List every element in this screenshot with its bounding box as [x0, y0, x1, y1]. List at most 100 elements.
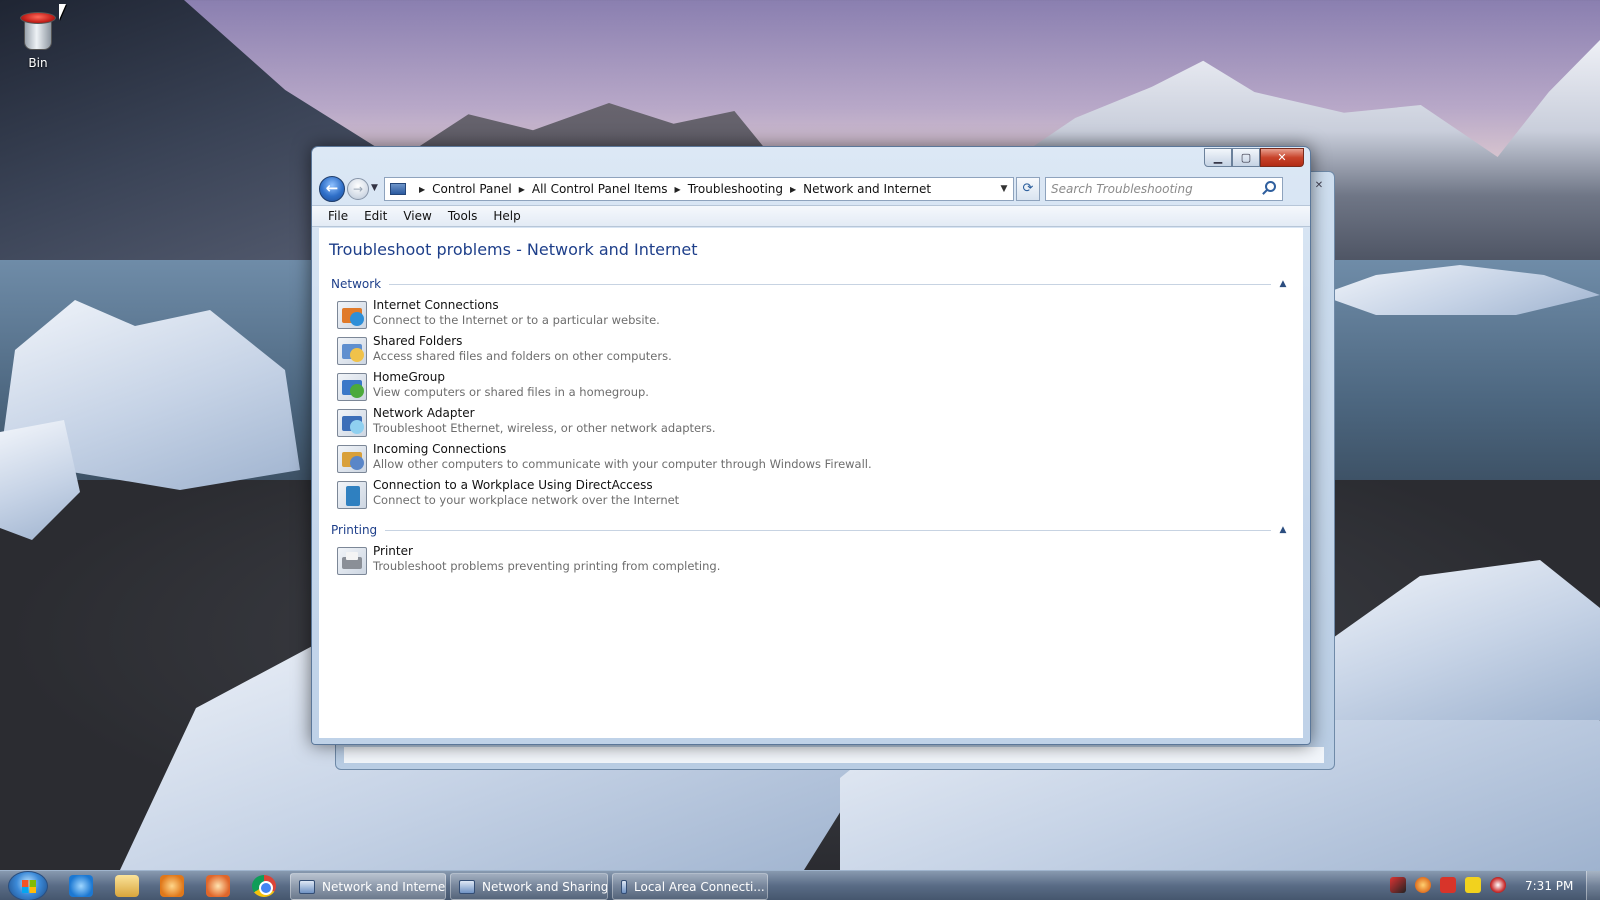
group-divider	[385, 529, 1271, 531]
item-description: Allow other computers to communicate wit…	[373, 457, 872, 471]
windows-explorer-icon[interactable]	[115, 875, 139, 897]
show-desktop-button[interactable]	[1586, 871, 1600, 900]
breadcrumb-troubleshooting[interactable]: Troubleshooting	[688, 182, 783, 196]
item-title[interactable]: HomeGroup	[373, 370, 445, 384]
menu-view[interactable]: View	[395, 209, 439, 223]
taskbar-button-label: Network and Sharing...	[482, 879, 608, 894]
desktop-icon-recycle-bin[interactable]: Bin	[12, 6, 64, 70]
directaccess-icon	[337, 481, 367, 509]
item-title[interactable]: Printer	[373, 544, 413, 558]
troubleshooter-internet-connections[interactable]: Internet Connections Connect to the Inte…	[337, 298, 1037, 332]
background-window-status	[344, 747, 1324, 763]
breadcrumb-control-panel[interactable]: Control Panel	[432, 182, 512, 196]
breadcrumb-all-control-panel-items[interactable]: All Control Panel Items	[532, 182, 668, 196]
page-title: Troubleshoot problems - Network and Inte…	[329, 240, 698, 259]
item-title[interactable]: Shared Folders	[373, 334, 462, 348]
breadcrumb-separator-icon[interactable]: ▶	[790, 185, 796, 194]
menu-bar: File Edit View Tools Help	[312, 205, 1310, 227]
item-description: View computers or shared files in a home…	[373, 385, 649, 399]
content-pane: Troubleshoot problems - Network and Inte…	[319, 228, 1303, 738]
forward-button[interactable]: →	[347, 178, 369, 200]
recycle-bin-icon	[16, 6, 60, 54]
item-description: Connect to your workplace network over t…	[373, 493, 680, 507]
breadcrumb-separator-icon[interactable]: ▶	[419, 185, 425, 194]
media-player-icon[interactable]	[160, 875, 184, 897]
chrome-icon[interactable]	[252, 875, 276, 897]
homegroup-icon	[337, 373, 367, 401]
chevron-down-icon: ▼	[371, 183, 378, 193]
taskbar-button-label: Network and Internet	[322, 879, 446, 894]
refresh-button[interactable]: ⟳	[1016, 177, 1040, 201]
item-title[interactable]: Incoming Connections	[373, 442, 506, 456]
item-description: Access shared files and folders on other…	[373, 349, 672, 363]
start-button[interactable]	[8, 871, 48, 900]
item-description: Connect to the Internet or to a particul…	[373, 313, 660, 327]
battery-icon[interactable]	[1465, 877, 1481, 893]
network-adapter-icon	[337, 409, 367, 437]
search-input[interactable]	[1046, 178, 1246, 200]
search-tray-icon[interactable]	[1415, 877, 1431, 893]
troubleshooter-shared-folders[interactable]: Shared Folders Access shared files and f…	[337, 334, 1037, 368]
control-panel-icon	[390, 183, 406, 195]
paint-icon[interactable]	[206, 875, 230, 897]
troubleshooter-homegroup[interactable]: HomeGroup View computers or shared files…	[337, 370, 1037, 404]
recent-pages-button[interactable]: ▼	[371, 183, 378, 193]
menu-tools[interactable]: Tools	[440, 209, 486, 223]
breadcrumb-network-and-internet[interactable]: Network and Internet	[803, 182, 931, 196]
back-button[interactable]: ←	[319, 176, 345, 202]
maximize-icon: ▢	[1240, 151, 1252, 164]
minimize-button[interactable]: ▁	[1204, 148, 1232, 167]
forward-arrow-icon: →	[352, 182, 364, 196]
system-tray	[1390, 877, 1506, 893]
item-title[interactable]: Internet Connections	[373, 298, 499, 312]
troubleshooter-network-adapter[interactable]: Network Adapter Troubleshoot Ethernet, w…	[337, 406, 1037, 440]
address-dropdown-button[interactable]: ▼	[995, 184, 1013, 194]
caption-buttons: ▁ ▢ ✕	[1204, 148, 1304, 167]
printer-icon	[337, 547, 367, 575]
menu-edit[interactable]: Edit	[356, 209, 395, 223]
menu-help[interactable]: Help	[485, 209, 528, 223]
network-connection-icon	[621, 879, 627, 894]
maximize-button[interactable]: ▢	[1232, 148, 1260, 167]
power-icon[interactable]	[1490, 877, 1506, 893]
flag-icon[interactable]	[1440, 877, 1456, 893]
menu-file[interactable]: File	[320, 209, 356, 223]
windows-logo-icon	[22, 880, 36, 893]
breadcrumb-separator-icon[interactable]: ▶	[519, 185, 525, 194]
taskbar-button-network-and-sharing[interactable]: Network and Sharing...	[450, 873, 608, 900]
close-icon: ✕	[1277, 151, 1287, 164]
troubleshooter-incoming-connections[interactable]: Incoming Connections Allow other compute…	[337, 442, 1037, 476]
item-description: Troubleshoot Ethernet, wireless, or othe…	[373, 421, 716, 435]
group-header-printing[interactable]: Printing ▲	[331, 522, 1291, 538]
item-title[interactable]: Network Adapter	[373, 406, 475, 420]
clock[interactable]: 7:31 PM	[1525, 879, 1573, 893]
group-header-network[interactable]: Network ▲	[331, 276, 1291, 292]
taskbar-button-label: Local Area Connecti...	[634, 879, 765, 894]
taskbar-button-local-area-connection[interactable]: Local Area Connecti...	[612, 873, 768, 900]
troubleshooter-printer[interactable]: Printer Troubleshoot problems preventing…	[337, 544, 1037, 578]
minimize-icon: ▁	[1213, 151, 1223, 164]
item-title[interactable]: Connection to a Workplace Using DirectAc…	[373, 478, 653, 492]
address-bar[interactable]: ▶ Control Panel ▶ All Control Panel Item…	[384, 177, 1014, 201]
network-sharing-icon	[459, 879, 475, 894]
navigation-bar: ← → ▼ ▶ Control Panel ▶ All Control Pane…	[318, 176, 1304, 202]
group-divider	[389, 283, 1271, 285]
collapse-icon[interactable]: ▲	[1275, 525, 1291, 535]
troubleshooting-window[interactable]: ▁ ▢ ✕ ← → ▼ ▶ Control Panel ▶ All Contro…	[311, 146, 1311, 745]
close-button[interactable]: ✕	[1260, 148, 1304, 167]
action-center-icon[interactable]	[1390, 877, 1406, 893]
desktop-icon-label: Bin	[28, 56, 48, 70]
mouse-cursor-icon	[59, 4, 66, 20]
taskbar-button-network-and-internet[interactable]: Network and Internet	[290, 873, 446, 900]
close-icon[interactable]: ✕	[1310, 180, 1328, 194]
troubleshooter-directaccess[interactable]: Connection to a Workplace Using DirectAc…	[337, 478, 1037, 512]
item-description: Troubleshoot problems preventing printin…	[373, 559, 721, 573]
search-icon[interactable]	[1265, 181, 1276, 192]
group-name: Network	[331, 277, 382, 291]
shared-folders-icon	[337, 337, 367, 365]
incoming-connections-icon	[337, 445, 367, 473]
search-box[interactable]	[1045, 177, 1283, 201]
internet-explorer-icon[interactable]	[69, 875, 93, 897]
breadcrumb-separator-icon[interactable]: ▶	[675, 185, 681, 194]
collapse-icon[interactable]: ▲	[1275, 279, 1291, 289]
